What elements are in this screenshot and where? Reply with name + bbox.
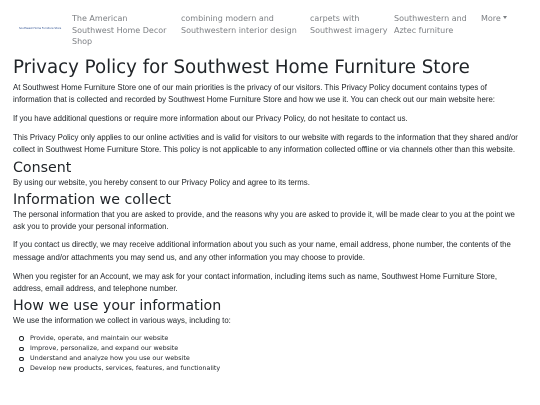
consent-paragraph: By using our website, you hereby consent…	[13, 178, 310, 188]
use-intro-paragraph: We use the information we collect in var…	[13, 315, 231, 325]
page-title: Privacy Policy for Southwest Home Furnit…	[13, 57, 470, 78]
list-item: Develop new products, services, features…	[13, 363, 525, 373]
use-list: Provide, operate, and maintain our websi…	[13, 333, 525, 374]
caret-down-icon	[502, 16, 507, 19]
nav-link-modern-southwestern[interactable]: combining modern and Southwestern interi…	[181, 13, 299, 36]
nav-link-carpets[interactable]: carpets with Southwest imagery	[310, 13, 390, 36]
contact-paragraph: If you have additional questions or requ…	[13, 113, 408, 123]
collect-paragraph-1: The personal information that you are as…	[13, 209, 515, 232]
brand-logo[interactable]: Southwest Home Furniture Store	[19, 25, 65, 33]
intro-paragraph: At Southwest Home Furniture Store one of…	[13, 83, 495, 105]
nav-more-dropdown[interactable]: More	[481, 13, 521, 25]
nav-link-home-decor-shop[interactable]: The American Southwest Home Decor Shop	[72, 13, 172, 48]
use-info-heading: How we use your information	[13, 297, 222, 314]
brand-name: Southwest Home Furniture Store	[19, 27, 62, 30]
scope-paragraph: This Privacy Policy only applies to our …	[13, 132, 518, 155]
top-navbar: Southwest Home Furniture Store The Ameri…	[0, 0, 540, 52]
list-item: Provide, operate, and maintain our websi…	[13, 333, 525, 343]
collect-paragraph-3: When you register for an Account, we may…	[13, 271, 498, 294]
info-collect-heading: Information we collect	[13, 191, 171, 208]
more-label: More	[481, 14, 501, 23]
list-item: Understand and analyze how you use our w…	[13, 353, 525, 363]
nav-link-aztec-furniture[interactable]: Southwestern and Aztec furniture	[394, 13, 476, 36]
privacy-policy-content: Privacy Policy for Southwest Home Furnit…	[13, 56, 525, 374]
collect-paragraph-2: If you contact us directly, we may recei…	[13, 240, 511, 262]
list-item: Improve, personalize, and expand our web…	[13, 343, 525, 353]
consent-heading: Consent	[13, 160, 72, 177]
